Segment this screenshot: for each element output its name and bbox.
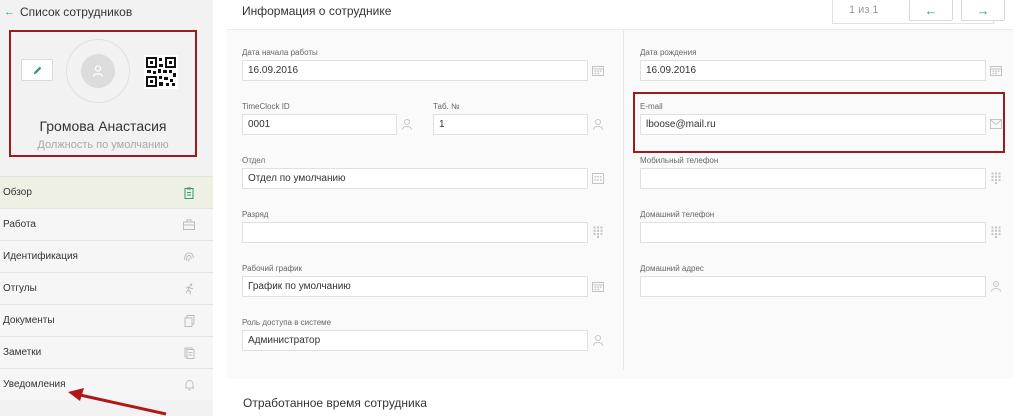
- grade-input[interactable]: [242, 222, 588, 243]
- avatar-ring: [66, 39, 130, 103]
- main-header: Информация о сотруднике 1 из 1 ← →: [213, 0, 1013, 29]
- user-icon: [592, 334, 604, 346]
- previous-employee-button[interactable]: ←: [909, 0, 953, 21]
- sidebar-item-documents[interactable]: Документы: [0, 304, 213, 336]
- calendar-icon[interactable]: [592, 64, 604, 76]
- sidebar-item-work[interactable]: Работа: [0, 208, 213, 240]
- list-icon[interactable]: [592, 172, 604, 184]
- home-phone-label: Домашний телефон: [640, 210, 715, 219]
- employee-name: Громова Анастасия: [39, 118, 167, 134]
- sidebar-item-label: Отгулы: [3, 283, 37, 294]
- profile-card: Громова Анастасия Должность по умолчанию: [9, 30, 197, 157]
- sidebar-item-time-off[interactable]: Отгулы: [0, 272, 213, 304]
- envelope-icon: [990, 118, 1002, 130]
- sidebar: ← Список сотрудников Громова Анастасия Д…: [0, 0, 213, 416]
- keypad-icon: [990, 226, 1002, 238]
- briefcase-icon: [183, 219, 195, 231]
- arrow-right-icon: →: [976, 2, 990, 18]
- work-schedule-select[interactable]: График по умолчанию: [242, 276, 588, 297]
- calendar-icon[interactable]: [990, 64, 1002, 76]
- qr-code-icon[interactable]: [144, 55, 178, 89]
- user-icon: [592, 118, 604, 130]
- home-address-label: Домашний адрес: [640, 264, 704, 273]
- clipboard-icon: [183, 187, 195, 199]
- work-schedule-label: Рабочий график: [242, 264, 303, 273]
- arrow-left-icon: ←: [4, 6, 15, 18]
- mobile-phone-input[interactable]: [640, 168, 986, 189]
- start-date-input[interactable]: 16.09.2016: [242, 60, 588, 81]
- sidebar-item-identification[interactable]: Идентификация: [0, 240, 213, 272]
- bell-icon: [183, 379, 195, 391]
- edit-profile-button[interactable]: [21, 59, 53, 81]
- documents-icon: [183, 314, 195, 327]
- annotation-arrow: [68, 388, 167, 416]
- timeclock-id-input[interactable]: 0001: [242, 114, 397, 135]
- grade-label: Разряд: [242, 210, 269, 219]
- keypad-icon: [990, 172, 1002, 184]
- tab-number-label: Таб. №: [433, 102, 460, 111]
- pager-count: 1 из 1: [849, 4, 879, 16]
- map-pin-user-icon: [990, 280, 1002, 292]
- worktime-section-title: Отработанное время сотрудника: [243, 396, 427, 410]
- avatar[interactable]: [81, 54, 115, 88]
- user-icon: [401, 118, 413, 130]
- fingerprint-icon: [183, 251, 195, 263]
- sidebar-item-label: Обзор: [3, 187, 32, 198]
- sidebar-item-label: Заметки: [3, 347, 42, 358]
- sidebar-item-notes[interactable]: Заметки: [0, 336, 213, 368]
- next-employee-button[interactable]: →: [961, 0, 1005, 21]
- sidebar-item-label: Работа: [3, 219, 36, 230]
- timeclock-id-label: TimeClock ID: [242, 102, 290, 111]
- pager: 1 из 1 ← →: [832, 0, 1005, 24]
- email-input[interactable]: lboose@mail.ru: [640, 114, 986, 135]
- arrow-left-icon: ←: [924, 2, 938, 18]
- tab-number-input[interactable]: 1: [433, 114, 588, 135]
- column-divider: [623, 30, 624, 370]
- sidebar-nav: Обзор Работа Идентификация Отгулы Докуме…: [0, 176, 213, 400]
- pencil-icon: [33, 66, 41, 74]
- calendar-icon[interactable]: [592, 280, 604, 292]
- department-label: Отдел: [242, 156, 266, 165]
- sidebar-item-label: Идентификация: [3, 251, 78, 262]
- birth-date-input[interactable]: 16.09.2016: [640, 60, 986, 81]
- page-title: Информация о сотруднике: [242, 4, 392, 18]
- home-address-input[interactable]: [640, 276, 986, 297]
- sidebar-item-overview[interactable]: Обзор: [0, 176, 213, 208]
- keypad-icon: [592, 226, 604, 238]
- running-person-icon: [183, 283, 195, 295]
- employee-position: Должность по умолчанию: [37, 139, 169, 151]
- mobile-phone-label: Мобильный телефон: [640, 156, 719, 165]
- start-date-label: Дата начала работы: [242, 48, 318, 57]
- department-select[interactable]: Отдел по умолчанию: [242, 168, 588, 189]
- notes-icon: [183, 347, 195, 359]
- back-to-employee-list-link[interactable]: ← Список сотрудников: [4, 4, 132, 20]
- employee-info-form: Дата начала работы 16.09.2016 TimeClock …: [227, 29, 1013, 379]
- birth-date-label: Дата рождения: [640, 48, 697, 57]
- access-role-label: Роль доступа в системе: [242, 318, 332, 327]
- access-role-select[interactable]: Администратор: [242, 330, 588, 351]
- back-link-label: Список сотрудников: [20, 5, 133, 19]
- user-icon: [92, 65, 104, 77]
- email-label: E-mail: [640, 102, 663, 111]
- home-phone-input[interactable]: [640, 222, 986, 243]
- sidebar-item-label: Документы: [3, 315, 55, 326]
- sidebar-item-label: Уведомления: [3, 379, 66, 390]
